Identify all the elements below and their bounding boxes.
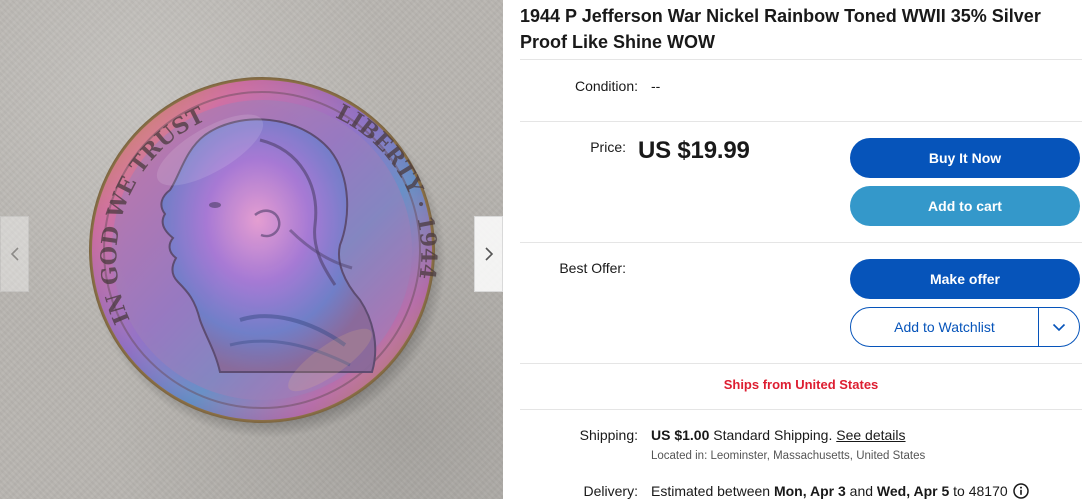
delivery-label: Delivery:: [583, 483, 638, 499]
delivery-zip: to 48170: [953, 483, 1008, 499]
divider: [520, 363, 1082, 364]
shipping-cost: US $1.00: [651, 427, 710, 443]
add-to-watchlist-button[interactable]: Add to Watchlist: [851, 308, 1038, 346]
chevron-right-icon: [484, 247, 493, 261]
best-offer-label: Best Offer:: [559, 260, 626, 276]
image-gallery[interactable]: IN GOD WE TRUST LIBERTY · 1944: [0, 0, 503, 499]
info-icon[interactable]: [1012, 483, 1029, 499]
divider: [520, 59, 1082, 60]
shipping-details: US $1.00 Standard Shipping. See details: [651, 427, 906, 443]
condition-label: Condition:: [574, 78, 638, 94]
coin-image: IN GOD WE TRUST LIBERTY · 1944: [89, 77, 446, 438]
add-to-watchlist-group: Add to Watchlist: [850, 307, 1080, 347]
chevron-down-icon: [1052, 323, 1066, 331]
delivery-end-date: Wed, Apr 5: [876, 483, 950, 499]
shipping-label: Shipping:: [579, 427, 638, 443]
see-details-link[interactable]: See details: [836, 427, 905, 443]
make-offer-button[interactable]: Make offer: [850, 259, 1080, 299]
buy-it-now-button[interactable]: Buy It Now: [850, 138, 1080, 178]
add-to-cart-button[interactable]: Add to cart: [850, 186, 1080, 226]
ships-from-notice: Ships from United States: [723, 377, 879, 392]
delivery-start-date: Mon, Apr 3: [773, 483, 846, 499]
listing-panel: 1944 P Jefferson War Nickel Rainbow Tone…: [520, 0, 1082, 499]
shipping-method: Standard Shipping.: [713, 427, 833, 443]
gallery-prev-button[interactable]: [0, 216, 29, 292]
divider: [520, 121, 1082, 122]
price-label: Price:: [590, 139, 626, 155]
condition-value: --: [651, 78, 661, 94]
delivery-and: and: [849, 483, 874, 499]
gallery-next-button[interactable]: [474, 216, 503, 292]
price-value: US $19.99: [638, 137, 750, 164]
watchlist-menu-button[interactable]: [1039, 308, 1079, 346]
divider: [520, 409, 1082, 410]
listing-title: 1944 P Jefferson War Nickel Rainbow Tone…: [520, 6, 1041, 52]
item-location: Located in: Leominster, Massachusetts, U…: [651, 450, 926, 462]
delivery-prefix: Estimated between: [651, 483, 771, 499]
chevron-left-icon: [10, 247, 19, 261]
divider: [520, 242, 1082, 243]
delivery-estimate: Estimated between Mon, Apr 3 and Wed, Ap…: [651, 483, 1029, 499]
